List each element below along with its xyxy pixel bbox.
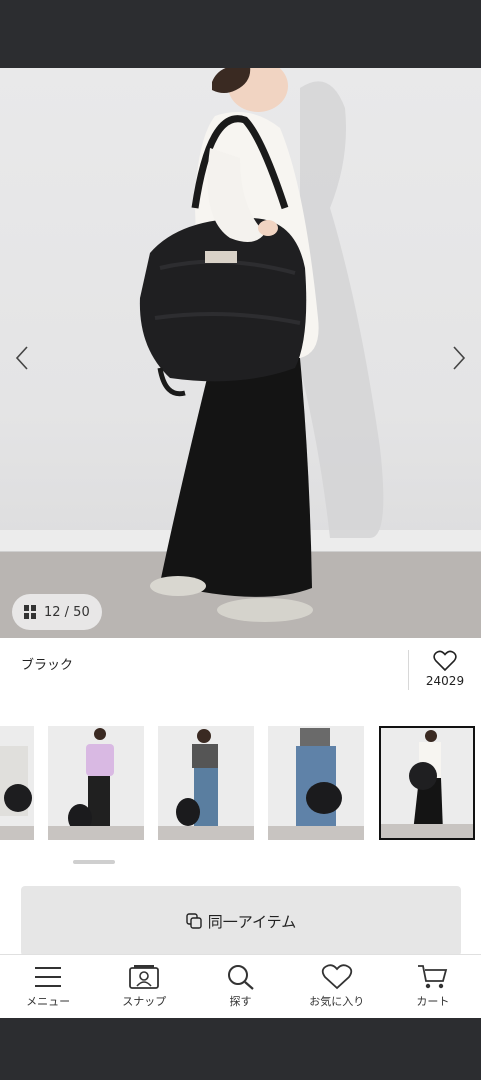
grid-icon bbox=[24, 605, 36, 619]
favorite-count: 24029 bbox=[425, 674, 465, 688]
chevron-left-icon bbox=[15, 346, 28, 370]
heart-icon bbox=[433, 650, 457, 672]
tab-cart-label: カート bbox=[416, 995, 450, 1008]
divider bbox=[408, 650, 409, 690]
tab-menu[interactable]: メニュー bbox=[0, 955, 96, 1018]
copy-icon bbox=[186, 913, 202, 929]
image-counter-text: 12 / 50 bbox=[44, 604, 90, 620]
model-photo bbox=[139, 68, 384, 622]
tab-cart[interactable]: カート bbox=[385, 955, 481, 1018]
system-navigation-bar bbox=[0, 1018, 481, 1080]
system-status-bar bbox=[0, 0, 481, 68]
tab-snap-label: スナップ bbox=[122, 995, 167, 1008]
next-image-button[interactable] bbox=[447, 343, 471, 373]
snap-icon bbox=[129, 965, 160, 989]
color-label: ブラック bbox=[21, 658, 74, 673]
thumbnail-item[interactable] bbox=[268, 726, 364, 840]
tab-search[interactable]: 探す bbox=[192, 955, 288, 1018]
image-counter-button[interactable]: 12 / 50 bbox=[12, 594, 102, 630]
menu-icon bbox=[35, 967, 62, 987]
tab-favorites-label: お気に入り bbox=[309, 995, 365, 1008]
thumbnail-item-active[interactable] bbox=[379, 726, 475, 840]
same-item-button[interactable]: 同一アイテム bbox=[21, 886, 461, 956]
bottom-tab-bar: メニュー スナップ 探す お気に入り カート bbox=[0, 954, 481, 1018]
tab-search-label: 探す bbox=[229, 995, 252, 1008]
thumbnail-item[interactable] bbox=[48, 726, 144, 840]
product-image-gallery[interactable]: 12 / 50 bbox=[0, 68, 481, 638]
thumbnail-scroll-indicator bbox=[73, 860, 115, 864]
heart-icon bbox=[321, 964, 352, 990]
thumbnail-strip[interactable] bbox=[0, 724, 481, 842]
tab-favorites[interactable]: お気に入り bbox=[289, 955, 385, 1018]
thumbnail-item[interactable] bbox=[0, 726, 34, 840]
favorite-button[interactable]: 24029 bbox=[420, 650, 470, 688]
chevron-right-icon bbox=[453, 346, 466, 370]
search-icon bbox=[227, 965, 254, 990]
product-info-row: ブラック 24029 bbox=[0, 638, 481, 708]
cart-icon bbox=[417, 965, 448, 989]
tab-snap[interactable]: スナップ bbox=[96, 955, 192, 1018]
prev-image-button[interactable] bbox=[10, 343, 34, 373]
same-item-label: 同一アイテム bbox=[207, 912, 297, 931]
tab-menu-label: メニュー bbox=[26, 995, 71, 1008]
thumbnail-item[interactable] bbox=[158, 726, 254, 840]
